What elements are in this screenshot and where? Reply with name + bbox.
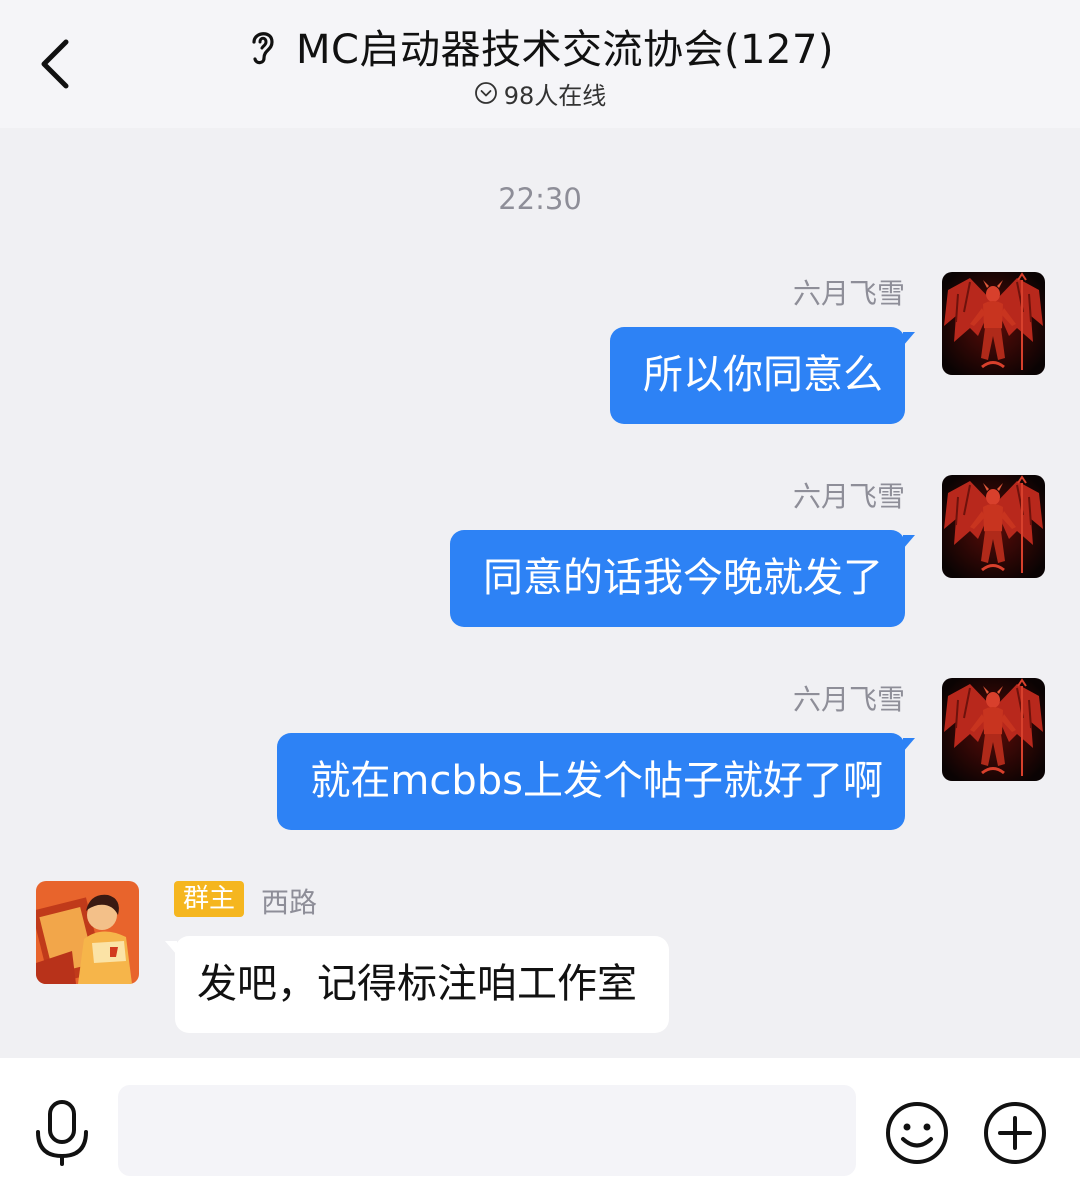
- avatar[interactable]: [942, 678, 1045, 781]
- bubble-tail: [903, 535, 915, 549]
- bubble-tail: [165, 941, 177, 955]
- bubble-tail: [903, 738, 915, 752]
- online-status[interactable]: 98人在线: [0, 76, 1080, 110]
- message-bubble[interactable]: 就在mcbbs上发个帖子就好了啊: [277, 733, 905, 830]
- message-bubble[interactable]: 所以你同意么: [610, 327, 905, 424]
- avatar[interactable]: [942, 475, 1045, 578]
- online-count: 98人在线: [503, 81, 607, 110]
- group-owner-badge: 群主: [174, 881, 245, 917]
- plus-circle-icon[interactable]: [982, 1100, 1048, 1166]
- message-input[interactable]: [118, 1085, 856, 1176]
- chevron-down-circle-icon: [474, 82, 497, 104]
- bubble-tail: [903, 332, 915, 346]
- title-row: MC启动器技术交流协会(127): [0, 18, 1080, 74]
- chat-header: MC启动器技术交流协会(127) 98人在线: [0, 0, 1080, 128]
- sender-name: 六月飞雪: [792, 683, 905, 716]
- sender-name: 六月飞雪: [792, 480, 905, 513]
- message-bubble[interactable]: 发吧，记得标注咱工作室: [175, 936, 669, 1033]
- message-bubble[interactable]: 同意的话我今晚就发了: [450, 530, 905, 627]
- sender-name: 六月飞雪: [792, 277, 905, 310]
- ear-icon: [252, 32, 274, 65]
- avatar[interactable]: [942, 272, 1045, 375]
- avatar[interactable]: [36, 881, 139, 984]
- smiley-icon[interactable]: [884, 1100, 950, 1166]
- sender-name: 西路: [261, 886, 318, 919]
- group-title[interactable]: MC启动器技术交流协会(127): [296, 17, 834, 75]
- microphone-icon[interactable]: [32, 1098, 92, 1168]
- message-timestamp: 22:30: [498, 182, 582, 216]
